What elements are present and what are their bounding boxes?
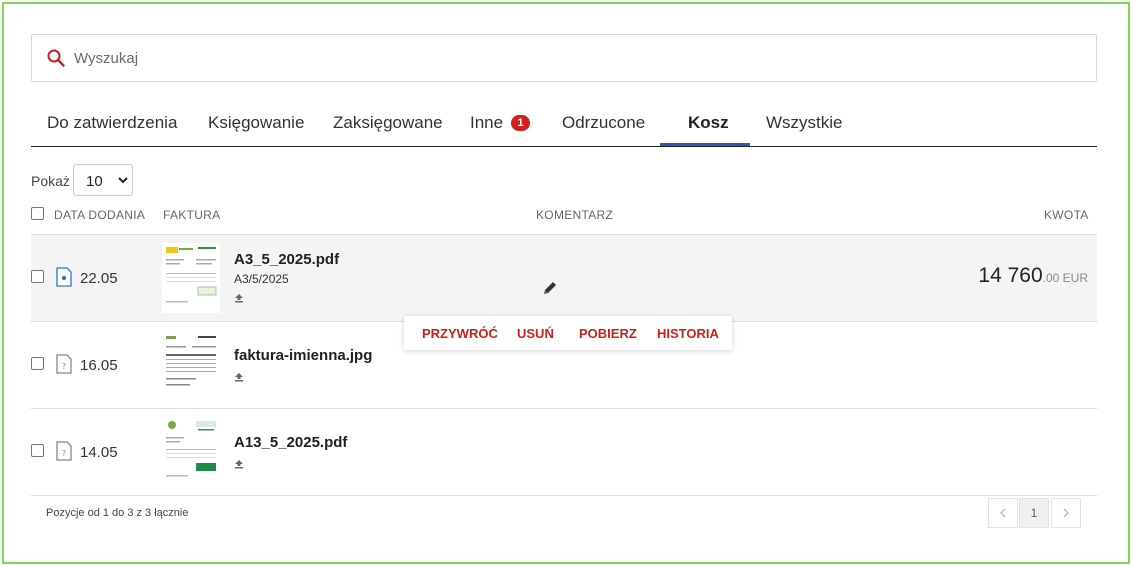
- tab-label: Inne: [470, 113, 504, 132]
- history-button[interactable]: HISTORIA: [657, 326, 719, 341]
- divider: [31, 495, 1097, 496]
- search-bar[interactable]: Wyszukaj: [31, 34, 1097, 82]
- svg-text:?: ?: [62, 362, 66, 371]
- download-button[interactable]: POBIERZ: [579, 326, 637, 341]
- search-input[interactable]: Wyszukaj: [74, 50, 138, 67]
- file-name[interactable]: A3_5_2025.pdf: [234, 251, 339, 268]
- chevron-right-icon: [1063, 508, 1069, 518]
- pagination-summary: Pozycje od 1 do 3 z 3 łącznie: [46, 507, 189, 519]
- header-invoice: FAKTURA: [163, 208, 221, 222]
- tab-inne[interactable]: Inne 1: [470, 113, 531, 133]
- next-page-button[interactable]: [1051, 498, 1081, 528]
- row-amount: 14 760.00 EUR: [978, 264, 1088, 288]
- page-size-select[interactable]: 10: [73, 164, 133, 196]
- table-row[interactable]: 22.05 A3_5_2025.pdf A3/5/2025: [31, 235, 1097, 321]
- restore-button[interactable]: PRZYWRÓĆ: [422, 326, 498, 341]
- delete-button[interactable]: USUŃ: [517, 326, 554, 341]
- upload-icon: [235, 294, 243, 303]
- header-amount[interactable]: KWOTA: [1044, 208, 1089, 222]
- upload-icon: [235, 460, 243, 469]
- row-actions-menu: PRZYWRÓĆ USUŃ POBIERZ HISTORIA: [404, 316, 732, 350]
- document-icon: ?: [56, 354, 72, 374]
- row-date: 16.05: [80, 357, 118, 374]
- upload-icon: [235, 373, 243, 382]
- active-tab-indicator: [660, 143, 750, 146]
- page-size-value: 10: [86, 173, 103, 190]
- count-badge: 1: [511, 115, 531, 131]
- header-date[interactable]: DATA DODANIA: [54, 208, 145, 222]
- amount-decimal: .00: [1042, 271, 1060, 285]
- tab-odrzucone[interactable]: Odrzucone: [562, 113, 645, 133]
- invoice-thumbnail[interactable]: [162, 330, 220, 400]
- amount-currency: EUR: [1062, 271, 1088, 285]
- chevron-down-icon: [118, 177, 128, 184]
- tab-zaksiegowane[interactable]: Zaksięgowane: [333, 113, 443, 133]
- page-1-button[interactable]: 1: [1019, 498, 1049, 528]
- tab-kosz[interactable]: Kosz: [688, 113, 729, 133]
- edit-comment-icon[interactable]: [542, 280, 558, 296]
- table-row[interactable]: ? 14.05 A13_5_2025.pdf: [31, 409, 1097, 495]
- header-comment: KOMENTARZ: [536, 208, 614, 222]
- select-all-checkbox[interactable]: [31, 207, 44, 220]
- svg-text:?: ?: [62, 449, 66, 458]
- search-icon: [47, 49, 65, 67]
- row-date: 14.05: [80, 444, 118, 461]
- tab-ksiegowanie[interactable]: Księgowanie: [208, 113, 304, 133]
- amount-integer: 14 760: [978, 264, 1043, 287]
- row-date: 22.05: [80, 270, 118, 287]
- file-name[interactable]: faktura-imienna.jpg: [234, 347, 372, 364]
- row-checkbox[interactable]: [31, 357, 44, 370]
- invoice-thumbnail[interactable]: [162, 417, 220, 487]
- chevron-left-icon: [1000, 508, 1006, 518]
- file-name[interactable]: A13_5_2025.pdf: [234, 434, 347, 451]
- tab-wszystkie[interactable]: Wszystkie: [766, 113, 843, 133]
- invoice-number: A3/5/2025: [234, 272, 289, 286]
- tab-do-zatwierdzenia[interactable]: Do zatwierdzenia: [47, 113, 177, 133]
- document-icon: ?: [56, 441, 72, 461]
- prev-page-button[interactable]: [988, 498, 1018, 528]
- row-checkbox[interactable]: [31, 444, 44, 457]
- tab-bar: Do zatwierdzenia Księgowanie Zaksięgowan…: [31, 108, 1097, 147]
- row-checkbox[interactable]: [31, 270, 44, 283]
- invoice-thumbnail[interactable]: [162, 243, 220, 313]
- document-icon: [56, 267, 72, 287]
- page-size-label: Pokaż: [31, 173, 70, 189]
